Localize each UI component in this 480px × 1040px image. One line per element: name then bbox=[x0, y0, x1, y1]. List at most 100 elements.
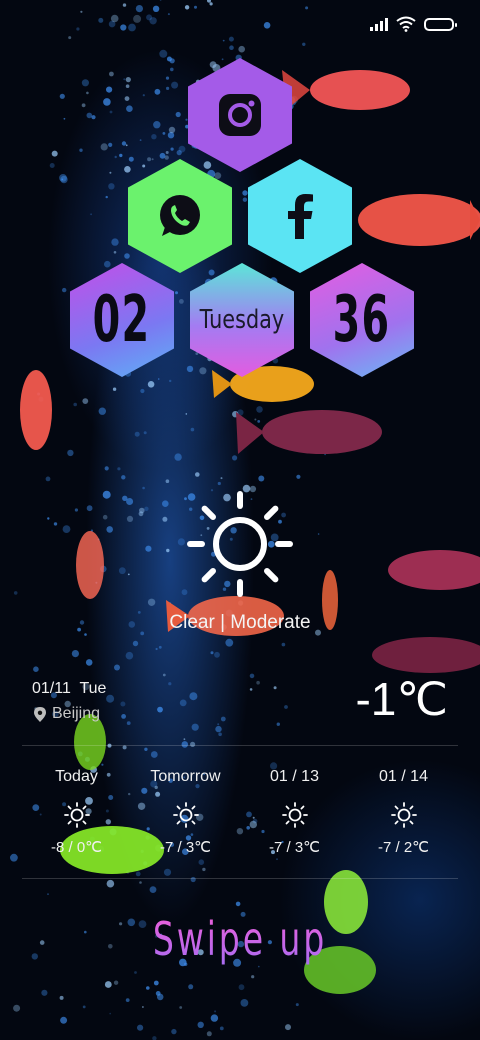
bubble bbox=[189, 692, 198, 701]
bubble bbox=[121, 714, 126, 719]
bubble bbox=[71, 650, 79, 658]
clock-hour-tile: 02 bbox=[70, 263, 174, 377]
bubble bbox=[179, 699, 187, 707]
bubble bbox=[232, 455, 238, 461]
bubble bbox=[147, 381, 155, 388]
bubble bbox=[142, 1006, 144, 1008]
bubble bbox=[209, 2, 213, 6]
bubble bbox=[291, 100, 296, 106]
bubble bbox=[125, 84, 130, 88]
bubble bbox=[127, 573, 130, 576]
bubble bbox=[98, 17, 104, 23]
bubble bbox=[151, 134, 157, 140]
bubble bbox=[104, 981, 112, 988]
whatsapp-shortcut-button[interactable] bbox=[128, 159, 232, 273]
bubble bbox=[118, 567, 126, 575]
weather-divider-top bbox=[22, 745, 458, 746]
bubble bbox=[202, 867, 206, 872]
bubble bbox=[256, 406, 263, 413]
bubble bbox=[276, 722, 280, 726]
sun-icon bbox=[172, 802, 199, 828]
bubble bbox=[108, 142, 113, 147]
sun-icon bbox=[390, 802, 417, 828]
bubble bbox=[214, 1010, 217, 1013]
bubble bbox=[305, 6, 309, 10]
bubble bbox=[143, 861, 148, 866]
bubble bbox=[77, 751, 83, 757]
bubble bbox=[125, 77, 131, 83]
bubble bbox=[237, 409, 244, 416]
bubble bbox=[108, 183, 115, 190]
bubble bbox=[128, 23, 136, 32]
bubble bbox=[151, 158, 154, 161]
bubble bbox=[188, 984, 194, 990]
forecast-day-tomorrow: Tomorrow -7 / 3℃ bbox=[131, 768, 240, 856]
bubble bbox=[81, 79, 89, 87]
bubble bbox=[170, 67, 174, 72]
bubble bbox=[177, 538, 185, 546]
bubble bbox=[80, 10, 83, 13]
bubble bbox=[59, 174, 67, 182]
bubble bbox=[63, 117, 66, 120]
fish-red-left bbox=[20, 370, 52, 450]
bubble bbox=[162, 500, 169, 508]
bubble bbox=[45, 476, 51, 482]
bubble bbox=[219, 1026, 224, 1031]
bubble bbox=[84, 756, 90, 762]
bubble bbox=[33, 666, 39, 672]
bubble bbox=[104, 260, 111, 268]
bubble bbox=[159, 0, 162, 1]
weather-date: 01/11 Tue bbox=[32, 680, 107, 697]
bubble bbox=[91, 115, 96, 120]
bubble bbox=[85, 659, 93, 666]
wifi-icon bbox=[396, 16, 416, 32]
bubble bbox=[168, 682, 172, 686]
bubble bbox=[125, 651, 134, 660]
bubble bbox=[109, 110, 113, 114]
bubble bbox=[257, 420, 261, 423]
bubble bbox=[139, 881, 142, 884]
bubble bbox=[143, 431, 147, 435]
bubble bbox=[165, 151, 169, 154]
bubble bbox=[121, 475, 126, 480]
bubble bbox=[258, 965, 260, 968]
bubble bbox=[165, 76, 170, 80]
weather-location[interactable]: Beijing bbox=[34, 705, 100, 723]
bubble bbox=[146, 14, 153, 21]
sun-icon[interactable] bbox=[186, 490, 294, 598]
clock-minute-tile: 36 bbox=[310, 263, 414, 377]
bubble bbox=[138, 511, 144, 517]
bubble bbox=[166, 56, 172, 62]
bubble bbox=[144, 747, 148, 751]
bubble bbox=[190, 427, 195, 432]
bubble bbox=[157, 378, 160, 380]
bubble bbox=[47, 517, 50, 520]
bubble bbox=[149, 886, 157, 893]
sun-icon bbox=[281, 802, 308, 828]
bubble bbox=[249, 688, 253, 691]
bubble bbox=[95, 581, 98, 584]
bubble bbox=[100, 143, 108, 151]
bubble bbox=[238, 984, 245, 991]
bubble bbox=[169, 379, 172, 383]
bubble bbox=[170, 147, 174, 151]
bubble bbox=[214, 651, 220, 658]
bubble bbox=[167, 602, 172, 606]
bubble bbox=[152, 5, 160, 12]
location-pin-icon bbox=[34, 706, 46, 722]
swipe-up-hint[interactable]: Swipe up bbox=[67, 912, 413, 966]
instagram-shortcut-button[interactable] bbox=[188, 58, 292, 172]
bubble bbox=[86, 91, 89, 95]
bubble bbox=[175, 111, 181, 118]
bubble bbox=[81, 103, 86, 108]
forecast-temp-range: -8 / 0℃ bbox=[50, 839, 103, 856]
bubble bbox=[135, 871, 141, 877]
bubble bbox=[228, 36, 234, 42]
bubble bbox=[235, 901, 241, 907]
bubble bbox=[51, 150, 58, 157]
facebook-shortcut-button[interactable] bbox=[248, 159, 352, 273]
bubble bbox=[59, 93, 65, 99]
bubble bbox=[122, 745, 127, 750]
weekday-label: Tuesday bbox=[199, 305, 285, 335]
bubble bbox=[132, 640, 139, 647]
